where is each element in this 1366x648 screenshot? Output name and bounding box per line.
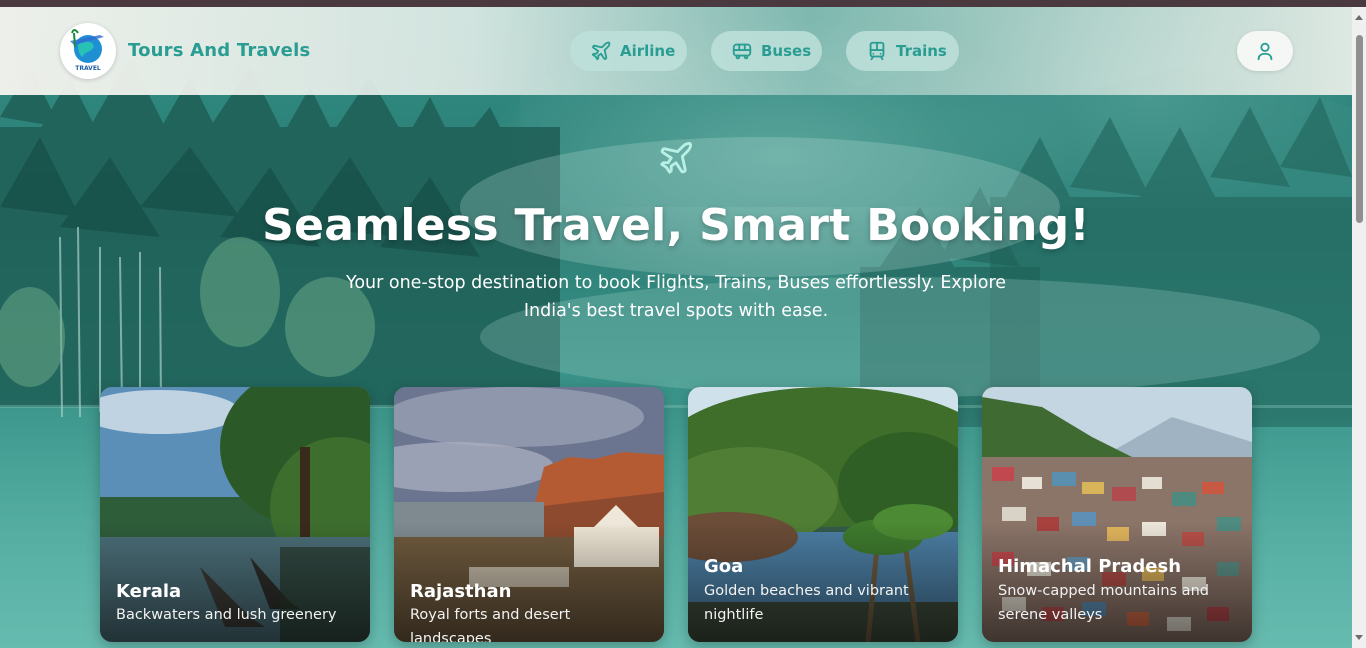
hero-title: Seamless Travel, Smart Booking! xyxy=(262,200,1090,251)
logo-text: TRAVEL xyxy=(75,65,101,72)
destination-card-goa[interactable]: Goa Golden beaches and vibrant nightlife xyxy=(688,387,958,642)
scroll-down-arrow-icon[interactable] xyxy=(1355,635,1363,640)
scrollbar-thumb[interactable] xyxy=(1356,35,1363,223)
page-scrollbar[interactable] xyxy=(1352,7,1366,648)
destination-description: Snow-capped mountains and serene valleys xyxy=(998,583,1209,623)
user-account-button[interactable] xyxy=(1237,31,1293,71)
train-icon xyxy=(866,40,888,62)
destination-description: Backwaters and lush greenery xyxy=(116,607,337,623)
destination-title: Rajasthan xyxy=(410,581,512,602)
destination-card-rajasthan[interactable]: Rajasthan Royal forts and desert landsca… xyxy=(394,387,664,642)
nav-trains-label: Trains xyxy=(896,42,947,60)
user-icon xyxy=(1257,42,1273,61)
brand-logo[interactable]: TRAVEL xyxy=(60,23,116,79)
destination-description: Royal forts and desert landscapes xyxy=(410,607,571,642)
bus-icon xyxy=(731,40,753,62)
hero-airplane-icon xyxy=(657,139,695,177)
navbar: TRAVEL Tours And Travels Airline Buses T… xyxy=(0,7,1352,95)
destination-title: Kerala xyxy=(116,581,182,602)
browser-top-strip xyxy=(0,0,1366,7)
nav-airline-label: Airline xyxy=(620,42,676,60)
destination-card-kerala[interactable]: Kerala Backwaters and lush greenery xyxy=(100,387,370,642)
nav-trains-button[interactable]: Trains xyxy=(846,31,959,71)
logo-globe-icon: TRAVEL xyxy=(70,29,104,72)
destination-description: Golden beaches and vibrant nightlife xyxy=(704,583,909,623)
brand-name[interactable]: Tours And Travels xyxy=(128,40,310,61)
destination-card-himachal-pradesh[interactable]: Himachal Pradesh Snow-capped mountains a… xyxy=(982,387,1252,642)
scroll-up-arrow-icon[interactable] xyxy=(1355,15,1363,20)
hero-subtitle: Your one-stop destination to book Flight… xyxy=(345,273,1007,321)
nav-buses-button[interactable]: Buses xyxy=(711,31,822,71)
nav-buses-label: Buses xyxy=(761,42,812,60)
destination-title: Goa xyxy=(704,556,744,577)
nav-airline-button[interactable]: Airline xyxy=(570,31,687,71)
page-viewport: TRAVEL Tours And Travels Airline Buses T… xyxy=(0,7,1352,648)
airplane-icon xyxy=(590,40,612,62)
destination-title: Himachal Pradesh xyxy=(998,556,1182,577)
